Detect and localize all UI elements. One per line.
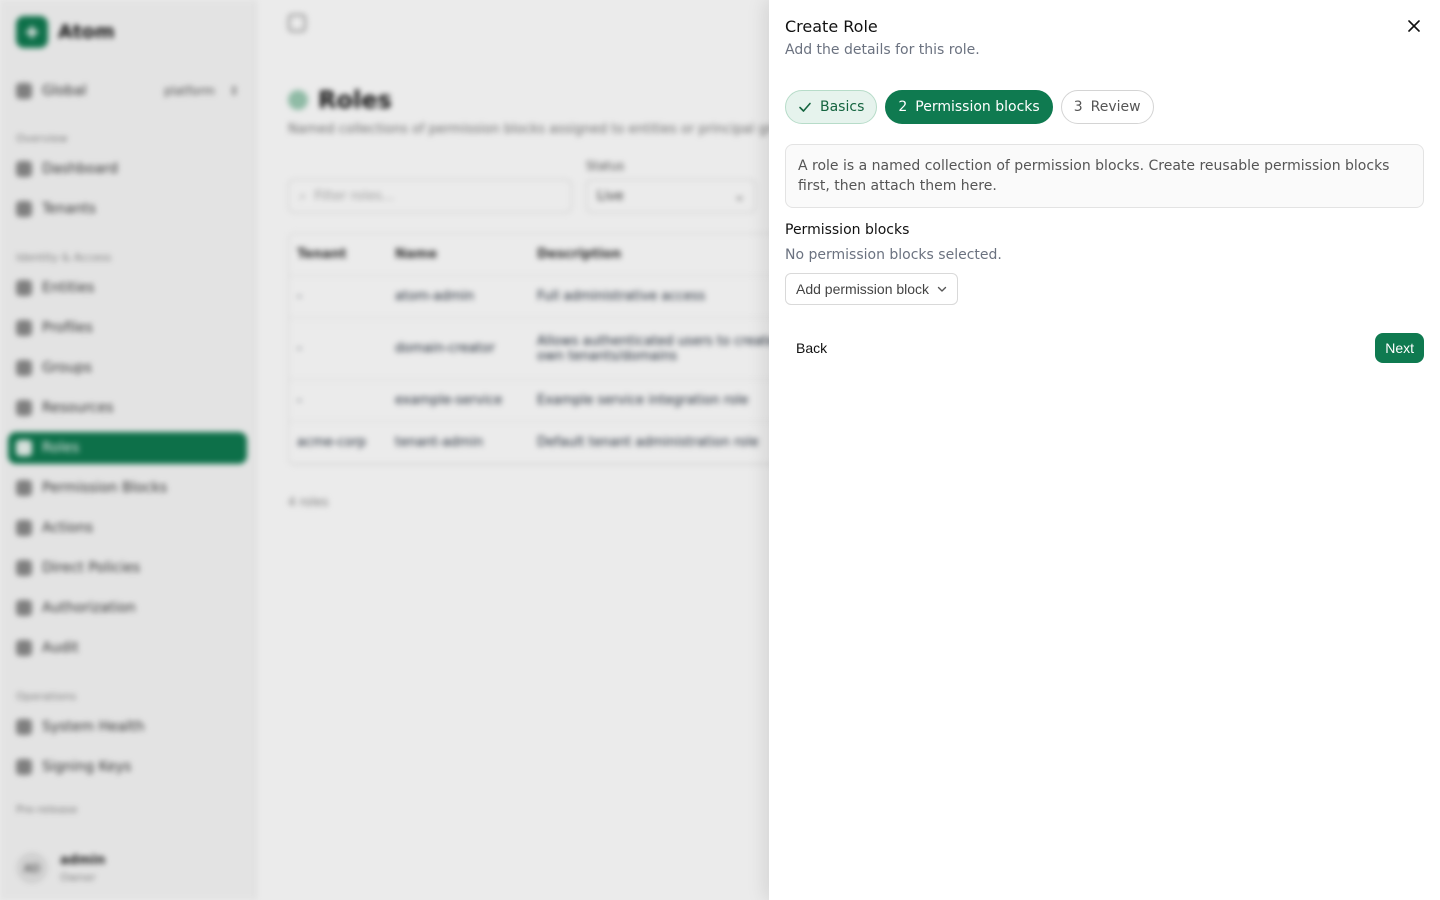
- step-number: 3: [1073, 99, 1083, 115]
- drawer-subtitle: Add the details for this role.: [785, 42, 980, 58]
- step-review[interactable]: 3 Review: [1060, 90, 1154, 124]
- info-callout: A role is a named collection of permissi…: [785, 144, 1424, 208]
- add-permission-block-label: Add permission block: [796, 281, 930, 297]
- stepper: Basics 2 Permission blocks 3 Review: [785, 90, 1424, 124]
- create-role-drawer: Create Role Add the details for this rol…: [769, 0, 1440, 900]
- close-icon: [1408, 20, 1420, 32]
- step-label: Review: [1090, 99, 1141, 115]
- step-permission-blocks[interactable]: 2 Permission blocks: [885, 90, 1053, 124]
- step-basics[interactable]: Basics: [785, 90, 878, 124]
- check-icon: [799, 102, 811, 112]
- drawer-title: Create Role: [785, 17, 878, 36]
- drawer-footer: Back Next: [785, 333, 1424, 363]
- add-permission-block-button[interactable]: Add permission block: [785, 273, 959, 305]
- step-label: Permission blocks: [915, 99, 1040, 115]
- step-label: Basics: [820, 99, 865, 115]
- permission-blocks-label: Permission blocks: [785, 222, 910, 238]
- next-button[interactable]: Next: [1375, 333, 1424, 363]
- chevron-down-icon: [937, 286, 947, 292]
- step-number: 2: [898, 99, 908, 115]
- empty-state-text: No permission blocks selected.: [785, 247, 1002, 263]
- close-button[interactable]: [1404, 16, 1424, 36]
- back-button[interactable]: Back: [785, 334, 838, 362]
